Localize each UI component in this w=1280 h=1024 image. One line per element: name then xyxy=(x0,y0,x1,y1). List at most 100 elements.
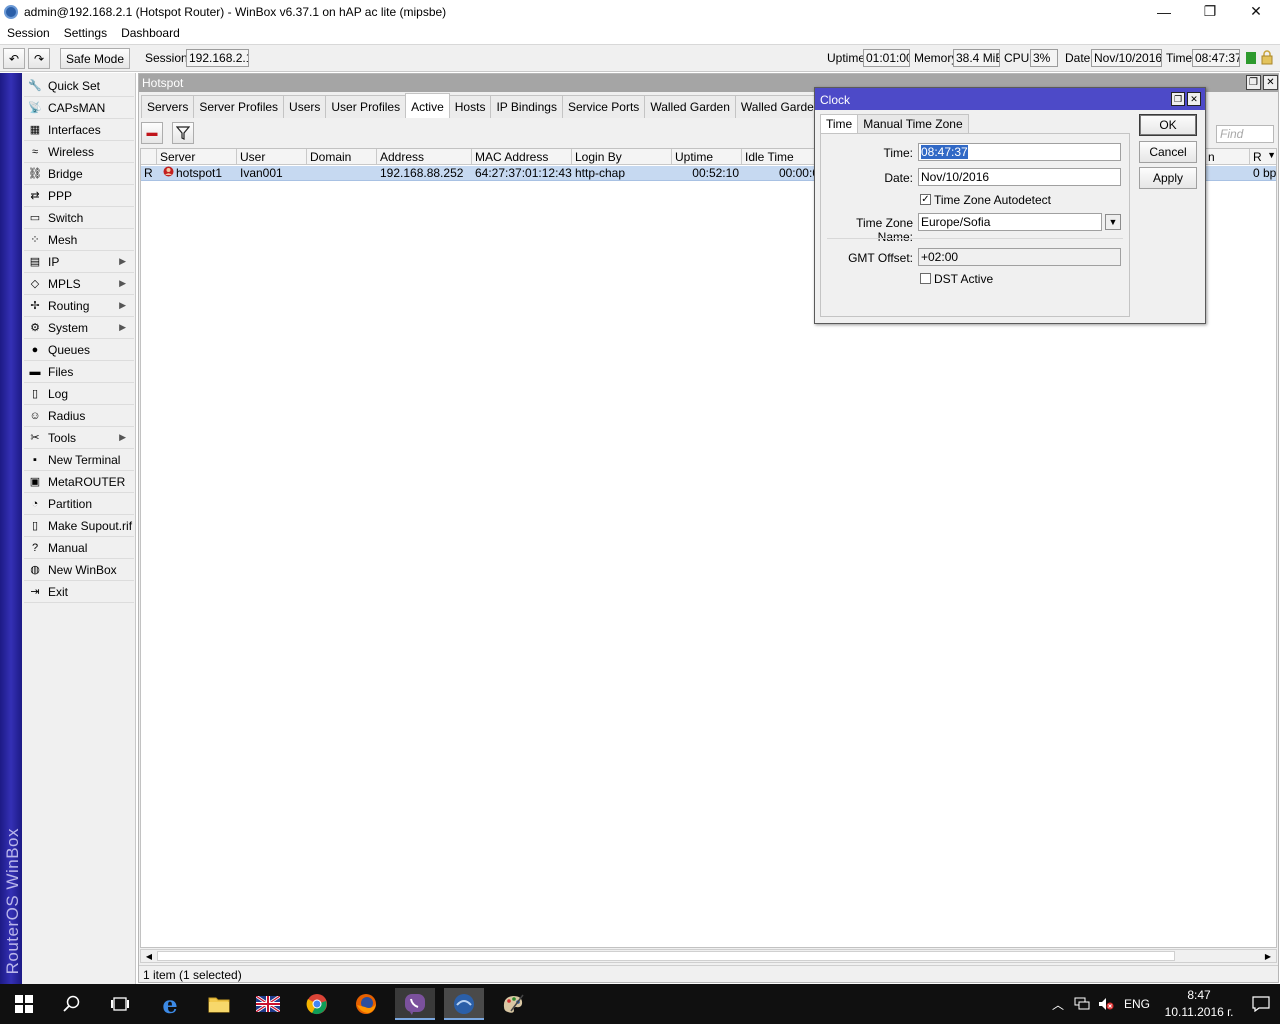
remove-button[interactable]: ▬ xyxy=(141,122,163,144)
notifications-icon[interactable] xyxy=(1252,996,1270,1012)
scrollbar-thumb[interactable] xyxy=(157,951,1175,961)
undo-button[interactable]: ↶ xyxy=(3,48,25,69)
time-zone-name-select[interactable]: Europe/Sofia xyxy=(918,213,1102,231)
task-view-button[interactable] xyxy=(100,988,140,1020)
close-window-button[interactable]: ✕ xyxy=(1233,0,1279,23)
tab-hosts[interactable]: Hosts xyxy=(448,95,492,118)
ok-button[interactable]: OK xyxy=(1139,114,1197,136)
chevron-down-icon[interactable]: ▼ xyxy=(1105,214,1121,230)
column-header-server[interactable]: Server xyxy=(157,149,237,165)
safe-mode-button[interactable]: Safe Mode xyxy=(60,48,130,69)
menu-session[interactable]: Session xyxy=(7,26,50,40)
winbox-app-icon xyxy=(4,4,18,19)
sidebar-item-make-supout[interactable]: ▯ Make Supout.rif xyxy=(24,515,134,537)
menu-dashboard[interactable]: Dashboard xyxy=(121,26,180,40)
sidebar-item-files[interactable]: ▬ Files xyxy=(24,361,134,383)
tab-service-ports[interactable]: Service Ports xyxy=(561,95,646,118)
menu-settings[interactable]: Settings xyxy=(64,26,107,40)
sidebar-item-metarouter[interactable]: ▣ MetaROUTER xyxy=(24,471,134,493)
horizontal-scrollbar[interactable]: ◀ ▶ xyxy=(140,949,1277,963)
start-button[interactable] xyxy=(4,988,44,1020)
dst-active-checkbox[interactable] xyxy=(920,273,931,284)
maximize-button[interactable]: ❐ xyxy=(1187,0,1233,23)
sidebar-item-new-winbox[interactable]: ◍ New WinBox xyxy=(24,559,134,581)
column-header-login-by[interactable]: Login By xyxy=(572,149,672,165)
viber-button[interactable] xyxy=(395,988,435,1020)
taskbar-clock[interactable]: 8:47 10.11.2016 г. xyxy=(1164,987,1234,1021)
column-header-uptime[interactable]: Uptime xyxy=(672,149,742,165)
time-zone-autodetect-checkbox[interactable]: ✓ xyxy=(920,194,931,205)
sidebar-item-partition[interactable]: ◔ Partition xyxy=(24,493,134,515)
column-header-domain[interactable]: Domain xyxy=(307,149,377,165)
cancel-button[interactable]: Cancel xyxy=(1139,141,1197,163)
clock-dialog: Clock ❐ ✕ Time Manual Time Zone Time: 08… xyxy=(814,87,1206,324)
sidebar-item-radius[interactable]: ☺ Radius xyxy=(24,405,134,427)
tab-time[interactable]: Time xyxy=(820,114,859,134)
redo-button[interactable]: ↷ xyxy=(28,48,50,69)
sidebar-item-ppp[interactable]: ⇄ PPP xyxy=(24,185,134,207)
hotspot-maximize-button[interactable]: ❐ xyxy=(1246,75,1261,90)
winbox-taskbar-button[interactable] xyxy=(444,988,484,1020)
sidebar-item-exit[interactable]: ⇥ Exit xyxy=(24,581,134,603)
time-input[interactable]: 08:47:37 xyxy=(918,143,1121,161)
filter-button[interactable] xyxy=(172,122,194,144)
language-flag-button[interactable] xyxy=(248,988,288,1020)
paint-button[interactable] xyxy=(493,988,533,1020)
tab-users[interactable]: Users xyxy=(283,95,327,118)
file-explorer-button[interactable] xyxy=(199,988,239,1020)
sidebar-item-mesh[interactable]: ⁘ Mesh xyxy=(24,229,134,251)
clock-close-button[interactable]: ✕ xyxy=(1187,92,1201,106)
find-input[interactable]: Find xyxy=(1216,125,1274,143)
clock-maximize-button[interactable]: ❐ xyxy=(1171,92,1185,106)
language-indicator[interactable]: ENG xyxy=(1124,997,1150,1011)
apply-button[interactable]: Apply xyxy=(1139,167,1197,189)
column-header-flag[interactable] xyxy=(141,149,157,165)
column-header-address[interactable]: Address xyxy=(377,149,472,165)
cell-address: 192.168.88.252 xyxy=(380,166,464,180)
sidebar-item-ip[interactable]: ▤ IP ▶ xyxy=(24,251,134,273)
column-header-user[interactable]: User xyxy=(237,149,307,165)
column-header-rate[interactable]: R ▼ xyxy=(1250,149,1276,165)
column-dropdown-icon[interactable]: ▼ xyxy=(1267,150,1276,160)
sidebar-item-queues[interactable]: ● Queues xyxy=(24,339,134,361)
sidebar-item-log[interactable]: ▯ Log xyxy=(24,383,134,405)
column-header-partial[interactable]: n xyxy=(1205,149,1250,165)
tab-server-profiles[interactable]: Server Profiles xyxy=(193,95,285,118)
sidebar-item-wireless[interactable]: ≈ Wireless xyxy=(24,141,134,163)
date-input[interactable]: Nov/10/2016 xyxy=(918,168,1121,186)
tab-user-profiles[interactable]: User Profiles xyxy=(325,95,407,118)
sidebar-item-bridge[interactable]: ⛓ Bridge xyxy=(24,163,134,185)
cell-mac-address: 64:27:37:01:12:43 xyxy=(475,166,572,180)
sidebar-item-label: Exit xyxy=(48,584,69,599)
session-field[interactable]: 192.168.2.1 xyxy=(186,49,249,67)
sidebar-item-tools[interactable]: ✂ Tools ▶ xyxy=(24,427,134,449)
sidebar-item-manual[interactable]: ? Manual xyxy=(24,537,134,559)
tab-manual-time-zone[interactable]: Manual Time Zone xyxy=(857,114,969,134)
sidebar-item-switch[interactable]: ▭ Switch xyxy=(24,207,134,229)
firefox-button[interactable] xyxy=(346,988,386,1020)
search-button[interactable] xyxy=(52,988,92,1020)
edge-browser-button[interactable]: e xyxy=(150,988,190,1020)
sidebar-item-quick-set[interactable]: 🔧 Quick Set xyxy=(24,75,134,97)
network-icon[interactable] xyxy=(1074,997,1090,1011)
tab-servers[interactable]: Servers xyxy=(141,95,195,118)
hotspot-close-button[interactable]: ✕ xyxy=(1263,75,1278,90)
sidebar-item-system[interactable]: ⚙ System ▶ xyxy=(24,317,134,339)
show-hidden-icons[interactable]: ︿ xyxy=(1052,996,1064,1013)
sidebar-item-capsman[interactable]: 📡 CAPsMAN xyxy=(24,97,134,119)
tab-active[interactable]: Active xyxy=(405,93,450,118)
tab-walled-garden[interactable]: Walled Garden xyxy=(644,95,736,118)
scroll-right-icon[interactable]: ▶ xyxy=(1261,950,1275,962)
sidebar-item-mpls[interactable]: ◇ MPLS ▶ xyxy=(24,273,134,295)
tab-ip-bindings[interactable]: IP Bindings xyxy=(490,95,563,118)
scroll-left-icon[interactable]: ◀ xyxy=(142,950,156,962)
wireless-icon: ≈ xyxy=(31,145,39,158)
sidebar-item-interfaces[interactable]: ▦ Interfaces xyxy=(24,119,134,141)
volume-muted-icon[interactable] xyxy=(1098,997,1114,1011)
minimize-button[interactable]: — xyxy=(1141,0,1187,23)
column-header-idle-time[interactable]: Idle Time xyxy=(742,149,822,165)
chrome-button[interactable] xyxy=(297,988,337,1020)
sidebar-item-new-terminal[interactable]: ▪ New Terminal xyxy=(24,449,134,471)
column-header-mac-address[interactable]: MAC Address xyxy=(472,149,572,165)
sidebar-item-routing[interactable]: ✢ Routing ▶ xyxy=(24,295,134,317)
